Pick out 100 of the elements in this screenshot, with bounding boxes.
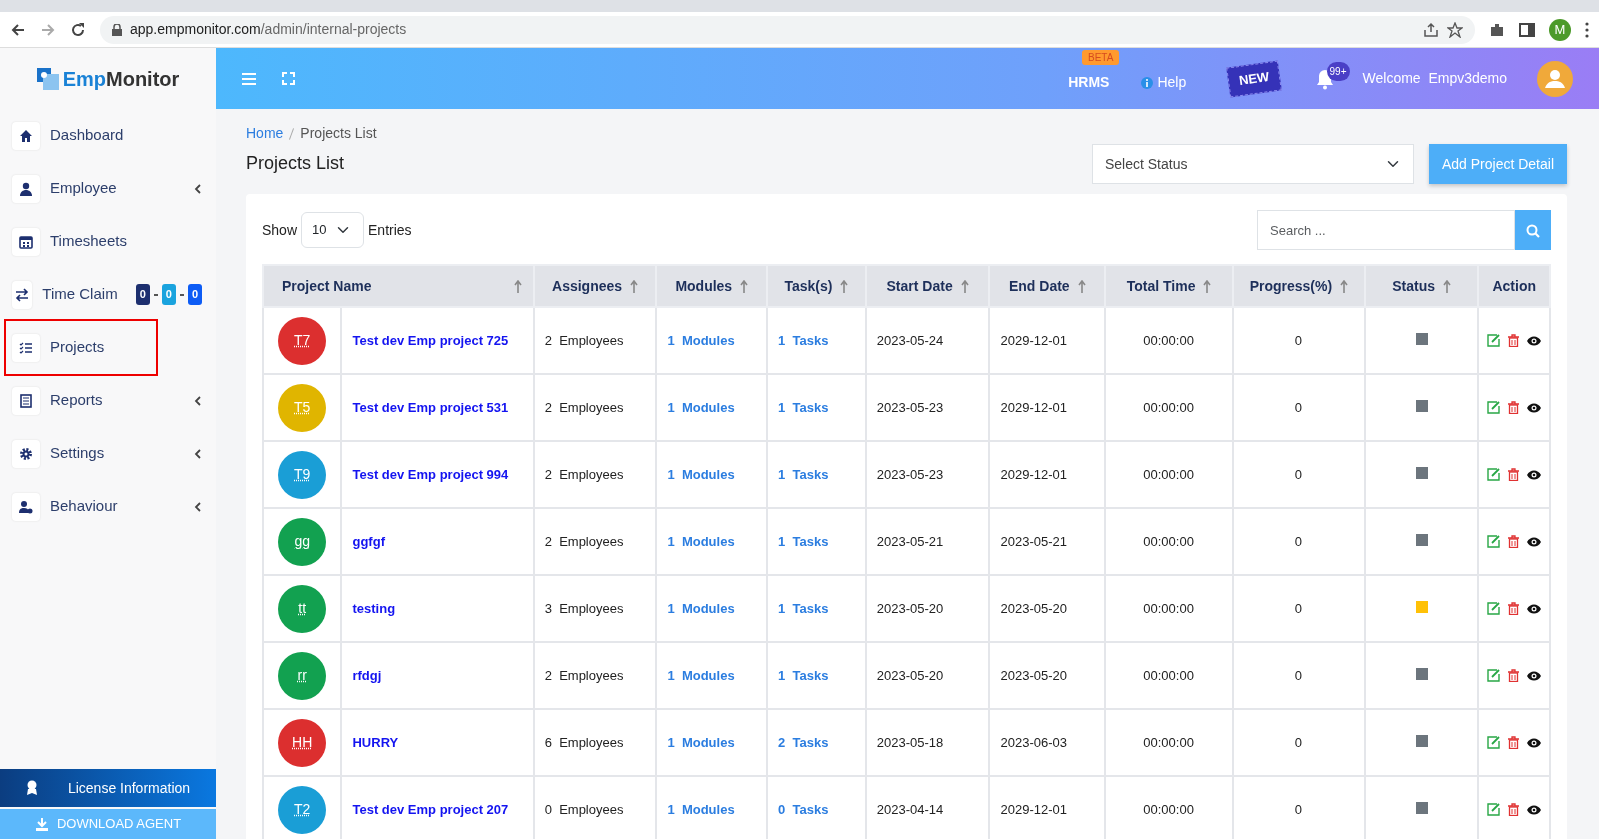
trash-icon[interactable]: [1508, 669, 1520, 682]
eye-icon[interactable]: [1527, 402, 1542, 413]
edit-icon[interactable]: [1487, 602, 1501, 615]
modules-link[interactable]: 1 Modules: [667, 801, 735, 817]
address-bar[interactable]: app.empmonitor.com/admin/internal-projects: [100, 15, 1475, 44]
column-header[interactable]: Status: [1364, 265, 1479, 307]
entries-select[interactable]: 10: [301, 212, 365, 248]
column-header[interactable]: Start Date: [865, 265, 990, 307]
column-header[interactable]: Total Time: [1105, 265, 1233, 307]
edit-icon[interactable]: [1487, 803, 1501, 816]
edit-icon[interactable]: [1487, 535, 1501, 548]
modules-link[interactable]: 1 Modules: [667, 667, 735, 683]
separator-dash: [179, 293, 184, 296]
sidebar-icon[interactable]: [1519, 21, 1535, 38]
sidebar-item[interactable]: Projects: [6, 321, 156, 374]
column-header[interactable]: Task(s): [767, 265, 866, 307]
eye-icon[interactable]: [1527, 536, 1542, 547]
sidebar-item[interactable]: Settings: [6, 427, 210, 480]
search-icon: [1526, 223, 1540, 238]
trash-icon[interactable]: [1508, 602, 1520, 615]
back-icon[interactable]: [10, 21, 26, 38]
edit-icon[interactable]: [1487, 669, 1501, 682]
project-link[interactable]: Test dev Emp project 725: [352, 332, 509, 348]
entries-label: Entries: [368, 220, 412, 240]
column-header[interactable]: End Date: [989, 265, 1106, 307]
edit-icon[interactable]: [1487, 401, 1501, 414]
count-badge: 0: [135, 284, 150, 305]
project-link[interactable]: ggfgf: [352, 533, 385, 549]
beta-badge: BETA: [1082, 50, 1120, 65]
date-text: 2029-12-01: [1000, 399, 1067, 415]
new-banner[interactable]: NEW: [1226, 60, 1283, 97]
date-text: 2023-05-20: [1000, 600, 1067, 616]
trash-icon[interactable]: [1508, 401, 1520, 414]
status-select[interactable]: Select Status: [1091, 144, 1414, 184]
time-text: 00:00:00: [1143, 801, 1194, 817]
edit-icon[interactable]: [1487, 468, 1501, 481]
modules-link[interactable]: 1 Modules: [667, 600, 735, 616]
column-header[interactable]: Modules: [656, 265, 768, 307]
reload-icon[interactable]: [70, 21, 86, 38]
project-link[interactable]: rfdgj: [352, 667, 382, 683]
project-link[interactable]: Test dev Emp project 994: [352, 466, 509, 482]
share-icon[interactable]: [1423, 21, 1439, 38]
avatar: rr: [278, 651, 327, 700]
project-link[interactable]: Test dev Emp project 531: [352, 399, 509, 415]
project-link[interactable]: testing: [352, 600, 396, 616]
tasks-link[interactable]: 1 Tasks: [778, 332, 829, 348]
edit-icon[interactable]: [1487, 736, 1501, 749]
edit-icon[interactable]: [1487, 334, 1501, 347]
column-header[interactable]: Progress(%): [1232, 265, 1365, 307]
assignees-text: 2 Employees: [544, 533, 624, 549]
tasks-link[interactable]: 2 Tasks: [778, 734, 829, 750]
eye-icon[interactable]: [1527, 804, 1542, 815]
column-header[interactable]: Assignees: [533, 265, 657, 307]
search-button[interactable]: [1515, 210, 1551, 250]
trash-icon[interactable]: [1508, 803, 1520, 816]
eye-icon[interactable]: [1527, 670, 1542, 681]
sidebar-item[interactable]: Employee: [6, 162, 210, 215]
sidebar-item[interactable]: Time Claim 0 0 0: [6, 268, 210, 321]
breadcrumb-current: Projects List: [300, 124, 377, 143]
date-text: 2023-05-24: [876, 332, 944, 348]
sidebar-item[interactable]: Behaviour: [6, 480, 210, 533]
eye-icon[interactable]: [1527, 469, 1542, 480]
eye-icon[interactable]: [1527, 335, 1542, 346]
project-link[interactable]: HURRY: [352, 734, 399, 750]
swap-icon: [15, 287, 30, 302]
tasks-link[interactable]: 1 Tasks: [778, 600, 829, 616]
breadcrumb-link[interactable]: Home: [246, 123, 284, 144]
download-icon: [34, 817, 49, 831]
search-field[interactable]: Search ...: [1257, 210, 1515, 250]
license-button[interactable]: License Information: [0, 769, 216, 807]
column-header[interactable]: Project Name: [263, 265, 534, 307]
sidebar-item[interactable]: Dashboard: [6, 109, 210, 162]
sidebar-item[interactable]: Timesheets: [6, 215, 210, 268]
trash-icon[interactable]: [1508, 468, 1520, 481]
more-icon[interactable]: [1585, 21, 1589, 38]
show-label: Show: [262, 220, 298, 240]
trash-icon[interactable]: [1508, 535, 1520, 548]
tasks-link[interactable]: 0 Tasks: [778, 801, 829, 817]
user-icon: [19, 181, 33, 196]
forward-icon[interactable]: [40, 21, 56, 38]
modules-link[interactable]: 1 Modules: [667, 533, 735, 549]
count-badge: 0: [161, 284, 176, 305]
tasks-link[interactable]: 1 Tasks: [778, 399, 829, 415]
modules-link[interactable]: 1 Modules: [667, 399, 735, 415]
profile-avatar[interactable]: M: [1549, 18, 1571, 41]
tasks-link[interactable]: 1 Tasks: [778, 667, 829, 683]
star-icon[interactable]: [1447, 21, 1463, 38]
trash-icon[interactable]: [1508, 334, 1520, 347]
count-badge: 0: [187, 284, 202, 305]
modules-link[interactable]: 1 Modules: [667, 734, 735, 750]
sidebar-item[interactable]: Reports: [6, 374, 210, 427]
eye-icon[interactable]: [1527, 603, 1542, 614]
time-text: 00:00:00: [1143, 399, 1194, 415]
tasks-link[interactable]: 1 Tasks: [778, 533, 829, 549]
eye-icon[interactable]: [1527, 737, 1542, 748]
modules-link[interactable]: 1 Modules: [667, 332, 735, 348]
user-avatar[interactable]: [1537, 60, 1573, 97]
modules-link[interactable]: 1 Modules: [667, 466, 735, 482]
tasks-link[interactable]: 1 Tasks: [778, 466, 829, 482]
trash-icon[interactable]: [1508, 736, 1520, 749]
